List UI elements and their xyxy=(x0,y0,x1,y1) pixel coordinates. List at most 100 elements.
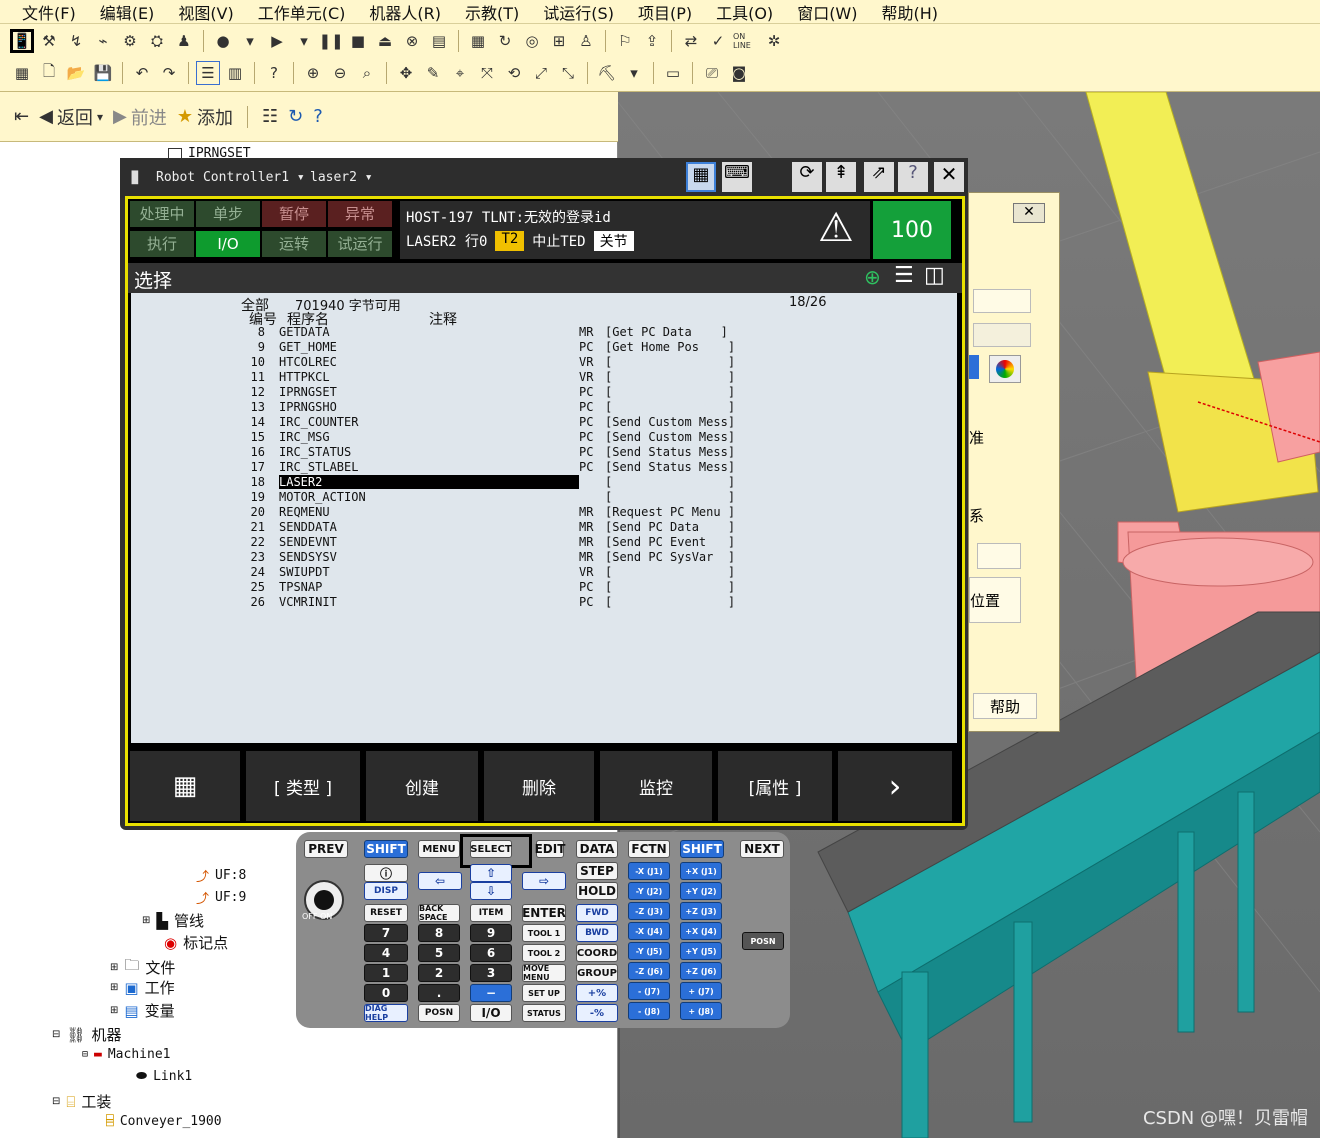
record-icon[interactable]: ● xyxy=(211,29,235,53)
person-icon[interactable]: ♙ xyxy=(574,29,598,53)
override-display[interactable]: 100 xyxy=(873,201,951,259)
fkey-attr[interactable]: [属性 ] xyxy=(718,751,832,821)
menu-item[interactable]: 工作单元(C) xyxy=(252,0,360,24)
menu-key[interactable]: MENU xyxy=(418,840,460,858)
menu-item[interactable]: 窗口(W) xyxy=(791,0,871,24)
fkey-monitor[interactable]: 监控 xyxy=(600,751,712,821)
disp-key[interactable]: DISP xyxy=(364,882,408,900)
play-icon[interactable]: ▶ xyxy=(265,29,289,53)
grid-view-icon[interactable]: ▦ xyxy=(10,61,34,85)
dot-key[interactable]: . xyxy=(418,984,460,1002)
reset-key[interactable]: RESET xyxy=(364,904,408,922)
step-key[interactable]: STEP xyxy=(576,862,618,880)
io-key[interactable]: I/O xyxy=(470,1004,512,1022)
expand-icon[interactable]: ⊞ xyxy=(110,1005,118,1016)
fkey-type[interactable]: [ 类型 ] xyxy=(246,751,360,821)
dropdown-icon[interactable]: ▾ xyxy=(238,29,262,53)
backspace-key[interactable]: BACK SPACE xyxy=(418,904,460,922)
save-icon[interactable]: 💾 xyxy=(91,61,115,85)
dropdown-icon[interactable]: ▾ xyxy=(292,29,316,53)
split-view-icon[interactable]: ◫ xyxy=(924,263,945,288)
fixture-icon[interactable]: ⛭ xyxy=(145,29,169,53)
jog-key[interactable]: -Z (J3) xyxy=(628,902,670,920)
rotate-icon[interactable]: ⟲ xyxy=(502,61,526,85)
fkey-next[interactable]: › xyxy=(838,751,952,821)
panel-icon[interactable]: ▤ xyxy=(427,29,451,53)
shift-key-left[interactable]: SHIFT xyxy=(364,840,408,858)
tree-item-robots[interactable]: ⊟ ⛓ 机器 xyxy=(52,1024,121,1045)
tree-item-tooling[interactable]: ⊟ ⌸ 工装 xyxy=(52,1091,111,1112)
menu-item[interactable]: 帮助(H) xyxy=(876,0,953,24)
speed-up-key[interactable]: +% xyxy=(576,984,618,1002)
jog-key[interactable]: +Y (J2) xyxy=(680,882,722,900)
enter-key[interactable]: ENTER xyxy=(522,904,566,922)
controller-selector[interactable]: Robot Controller1 ▾ xyxy=(156,170,305,185)
robot-move-icon[interactable]: ⛏ xyxy=(595,61,619,85)
bwd-key[interactable]: BWD xyxy=(576,924,618,942)
menu-item[interactable]: 视图(V) xyxy=(172,0,247,24)
camera-icon[interactable]: ◙ xyxy=(727,61,751,85)
new-file-icon[interactable]: 🗋 xyxy=(37,61,61,85)
item-key[interactable]: ITEM xyxy=(470,904,512,922)
expand-icon[interactable]: ⊞ xyxy=(110,982,118,993)
tool2-key[interactable]: TOOL 2 xyxy=(522,944,566,962)
tree-item-uf8[interactable]: ⤴ UF:8 xyxy=(196,866,246,885)
status-key[interactable]: STATUS xyxy=(522,1004,566,1022)
translate-icon[interactable]: ⤢ xyxy=(529,61,553,85)
menu-item[interactable]: 试运行(S) xyxy=(537,0,628,24)
help-icon[interactable]: ? xyxy=(898,162,928,192)
help-icon[interactable]: ? xyxy=(313,106,323,127)
io-icon[interactable]: ⇄ xyxy=(679,29,703,53)
eject-icon[interactable]: ⏏ xyxy=(373,29,397,53)
up-arrow-key[interactable]: ⇧ xyxy=(470,864,512,882)
dropdown-icon[interactable]: ▾ xyxy=(622,61,646,85)
tree-item-markers[interactable]: ◉ 标记点 xyxy=(164,932,228,953)
jog-key[interactable]: +Z (J6) xyxy=(680,962,722,980)
right-arrow-key[interactable]: ⇨ xyxy=(522,872,566,890)
undo-icon[interactable]: ↶ xyxy=(130,61,154,85)
popout-icon[interactable]: ⇗ xyxy=(864,162,894,192)
jog-key[interactable]: +Z (J3) xyxy=(680,902,722,920)
expand-icon[interactable]: ⊞ xyxy=(110,962,118,973)
tag-icon[interactable]: ⊞ xyxy=(547,29,571,53)
online-icon[interactable]: ON LINE xyxy=(733,29,759,53)
fkey-grid[interactable]: ▦ xyxy=(130,751,240,821)
next-key[interactable]: NEXT xyxy=(740,840,784,858)
chart-view-icon[interactable]: ▥ xyxy=(223,61,247,85)
move-icon[interactable]: ✥ xyxy=(394,61,418,85)
jog-key[interactable]: + (J8) xyxy=(680,1002,722,1020)
zoom-in-icon[interactable]: ⊕ xyxy=(864,265,881,289)
posn-key[interactable]: POSN xyxy=(418,1004,460,1022)
data-key[interactable]: DATA xyxy=(576,840,618,858)
pin-icon[interactable]: ⇞ xyxy=(826,162,856,192)
menu-item[interactable]: 机器人(R) xyxy=(363,0,455,24)
fwd-key[interactable]: FWD xyxy=(576,904,618,922)
menu-item[interactable]: 编辑(E) xyxy=(94,0,169,24)
menu-icon[interactable]: ☰ xyxy=(894,263,914,288)
speed-down-key[interactable]: -% xyxy=(576,1004,618,1022)
upload-icon[interactable]: ⇪ xyxy=(640,29,664,53)
shift-key-right[interactable]: SHIFT xyxy=(680,840,724,858)
jog-key[interactable]: -Z (J6) xyxy=(628,962,670,980)
forward-button[interactable]: ▶ 前进 xyxy=(113,104,167,130)
jog-key[interactable]: -Y (J5) xyxy=(628,942,670,960)
signal-icon[interactable]: ⌁ xyxy=(91,29,115,53)
diag-help-key[interactable]: DIAG HELP xyxy=(364,1004,408,1022)
digit-8[interactable]: 8 xyxy=(418,924,460,942)
zoom-window-icon[interactable]: ⌕ xyxy=(355,61,379,85)
expand-icon[interactable]: ⊞ xyxy=(142,915,150,926)
dropdown[interactable] xyxy=(977,543,1021,569)
tree-item-variables[interactable]: ⊞ ▤ 变量 xyxy=(110,1000,175,1021)
fkey-delete[interactable]: 删除 xyxy=(484,751,594,821)
tree-view-icon[interactable]: ☰ xyxy=(196,61,220,85)
tree-item-work[interactable]: ⊞ ▣ 工作 xyxy=(110,977,175,998)
jog-key[interactable]: - (J7) xyxy=(628,982,670,1000)
tree-item-conveyor[interactable]: ⌸ Conveyer_1900 xyxy=(106,1114,222,1129)
jog-key[interactable]: +X (J4) xyxy=(680,922,722,940)
tree-item-link1[interactable]: ⬬ Link1 xyxy=(136,1069,192,1084)
edit-key[interactable]: EDIT xyxy=(535,840,565,858)
digit-6[interactable]: 6 xyxy=(470,944,512,962)
refresh-icon[interactable]: ↻ xyxy=(493,29,517,53)
jog-key[interactable]: -X (J1) xyxy=(628,862,670,880)
abort-icon[interactable]: ⊗ xyxy=(400,29,424,53)
